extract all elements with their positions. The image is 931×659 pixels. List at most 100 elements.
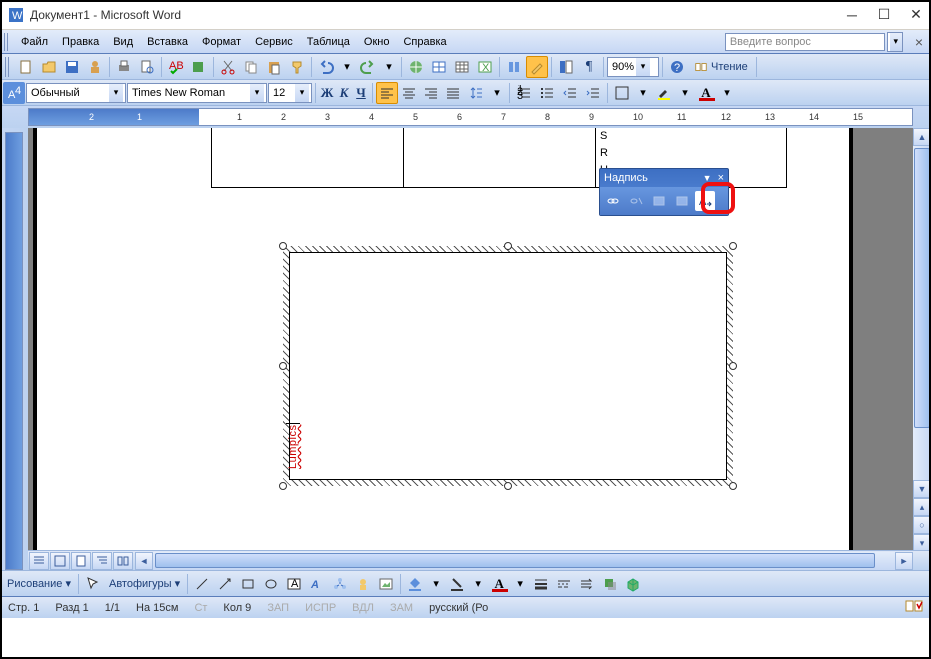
tables-borders-button[interactable] [428,56,450,78]
menu-edit[interactable]: Правка [55,33,106,51]
horizontal-ruler[interactable]: 21123456789101112131415 [28,108,913,126]
font-color-dropdown[interactable]: ▾ [718,82,736,104]
styles-pane-button[interactable]: A4 [3,82,25,104]
close-doc-button[interactable]: × [911,34,927,50]
outline-view-button[interactable] [92,552,112,570]
font-color-button[interactable]: A [695,82,717,104]
web-view-button[interactable] [50,552,70,570]
menu-table[interactable]: Таблица [300,33,357,51]
line-color-dropdown[interactable]: ▾ [469,573,487,595]
numbering-button[interactable]: 123 [513,82,535,104]
insert-picture-button[interactable] [375,573,397,595]
insert-table-button[interactable] [451,56,473,78]
menu-help[interactable]: Справка [396,33,453,51]
scroll-down-button[interactable]: ▼ [913,480,931,498]
maximize-button[interactable]: ☐ [877,8,891,22]
panel-options-icon[interactable]: ▼ [703,173,712,183]
spellcheck-button[interactable]: ABC [165,56,187,78]
undo-button[interactable] [315,56,337,78]
increase-indent-button[interactable] [582,82,604,104]
status-spellcheck-icon[interactable] [905,599,923,616]
menu-window[interactable]: Окно [357,33,397,51]
select-objects-button[interactable] [82,573,104,595]
research-button[interactable] [188,56,210,78]
align-justify-button[interactable] [442,82,464,104]
status-ovr[interactable]: ЗАМ [390,602,413,614]
autoshapes-menu[interactable]: Автофигуры ▾ [105,577,184,590]
link-textbox-icon[interactable] [603,191,623,211]
zoom-combo[interactable]: 90%▾ [607,57,659,77]
cut-button[interactable] [217,56,239,78]
3d-button[interactable] [622,573,644,595]
panel-close-icon[interactable]: × [718,172,724,184]
show-marks-button[interactable]: ¶ [578,56,600,78]
doc-map-button[interactable] [555,56,577,78]
underline-button[interactable]: Ч [353,82,369,104]
drawing-toolbar-button[interactable] [526,56,548,78]
font-color-draw-dropdown[interactable]: ▾ [511,573,529,595]
arrow-style-button[interactable] [576,573,598,595]
status-trk[interactable]: ИСПР [305,602,336,614]
redo-dropdown[interactable]: ▾ [380,56,398,78]
menu-insert[interactable]: Вставка [140,33,195,51]
help-button[interactable]: ? [666,56,688,78]
wordart-button[interactable]: A [306,573,328,595]
ask-question-input[interactable]: Введите вопрос [725,33,885,51]
fill-color-dropdown[interactable]: ▾ [427,573,445,595]
document-page[interactable]: S R U Lumpics Надпись ▼ × [33,128,853,568]
arrow-button[interactable] [214,573,236,595]
menu-view[interactable]: Вид [106,33,140,51]
undo-dropdown[interactable]: ▾ [338,56,356,78]
vertical-ruler[interactable] [0,128,28,570]
print-button[interactable] [113,56,135,78]
reading-view-button[interactable] [113,552,133,570]
hyperlink-button[interactable] [405,56,427,78]
line-spacing-button[interactable] [465,82,487,104]
horizontal-scrollbar[interactable]: ◄ ► [135,552,913,570]
scroll-right-button[interactable]: ► [895,552,913,570]
clipart-button[interactable] [352,573,374,595]
diagram-button[interactable] [329,573,351,595]
redo-button[interactable] [357,56,379,78]
highlight-button[interactable] [653,82,675,104]
scroll-up-button[interactable]: ▲ [913,128,931,146]
print-view-button[interactable] [71,552,91,570]
insert-excel-button[interactable]: X [474,56,496,78]
print-preview-button[interactable] [136,56,158,78]
highlight-dropdown[interactable]: ▾ [676,82,694,104]
menu-service[interactable]: Сервис [248,33,300,51]
borders-button[interactable] [611,82,633,104]
break-link-icon[interactable] [626,191,646,211]
prev-textbox-icon[interactable] [649,191,669,211]
line-style-button[interactable] [530,573,552,595]
hscroll-thumb[interactable] [155,553,875,568]
copy-button[interactable] [240,56,262,78]
minimize-button[interactable]: ─ [845,8,859,22]
rectangle-button[interactable] [237,573,259,595]
bullets-button[interactable] [536,82,558,104]
italic-button[interactable]: К [336,82,352,104]
next-textbox-icon[interactable] [672,191,692,211]
style-combo[interactable]: Обычный▾ [26,83,126,103]
drawing-menu[interactable]: Рисование ▾ [3,577,75,590]
scroll-left-button[interactable]: ◄ [135,552,153,570]
size-combo[interactable]: 12▾ [268,83,312,103]
normal-view-button[interactable] [29,552,49,570]
status-lang[interactable]: русский (Ро [429,602,488,614]
shadow-button[interactable] [599,573,621,595]
align-center-button[interactable] [398,82,420,104]
oval-button[interactable] [260,573,282,595]
borders-dropdown[interactable]: ▾ [634,82,652,104]
vertical-scrollbar[interactable]: ▲ ▼ ▴ ○ ▾ [913,128,931,570]
line-spacing-dropdown[interactable]: ▾ [488,82,506,104]
align-right-button[interactable] [420,82,442,104]
font-color-draw-button[interactable]: A [488,573,510,595]
browse-object-button[interactable]: ○ [913,516,931,534]
format-painter-button[interactable] [286,56,308,78]
columns-button[interactable] [503,56,525,78]
textbox-button[interactable]: A [283,573,305,595]
scroll-thumb[interactable] [914,148,930,428]
menu-file[interactable]: Файл [14,33,55,51]
read-mode-button[interactable]: Чтение [689,56,753,78]
line-button[interactable] [191,573,213,595]
